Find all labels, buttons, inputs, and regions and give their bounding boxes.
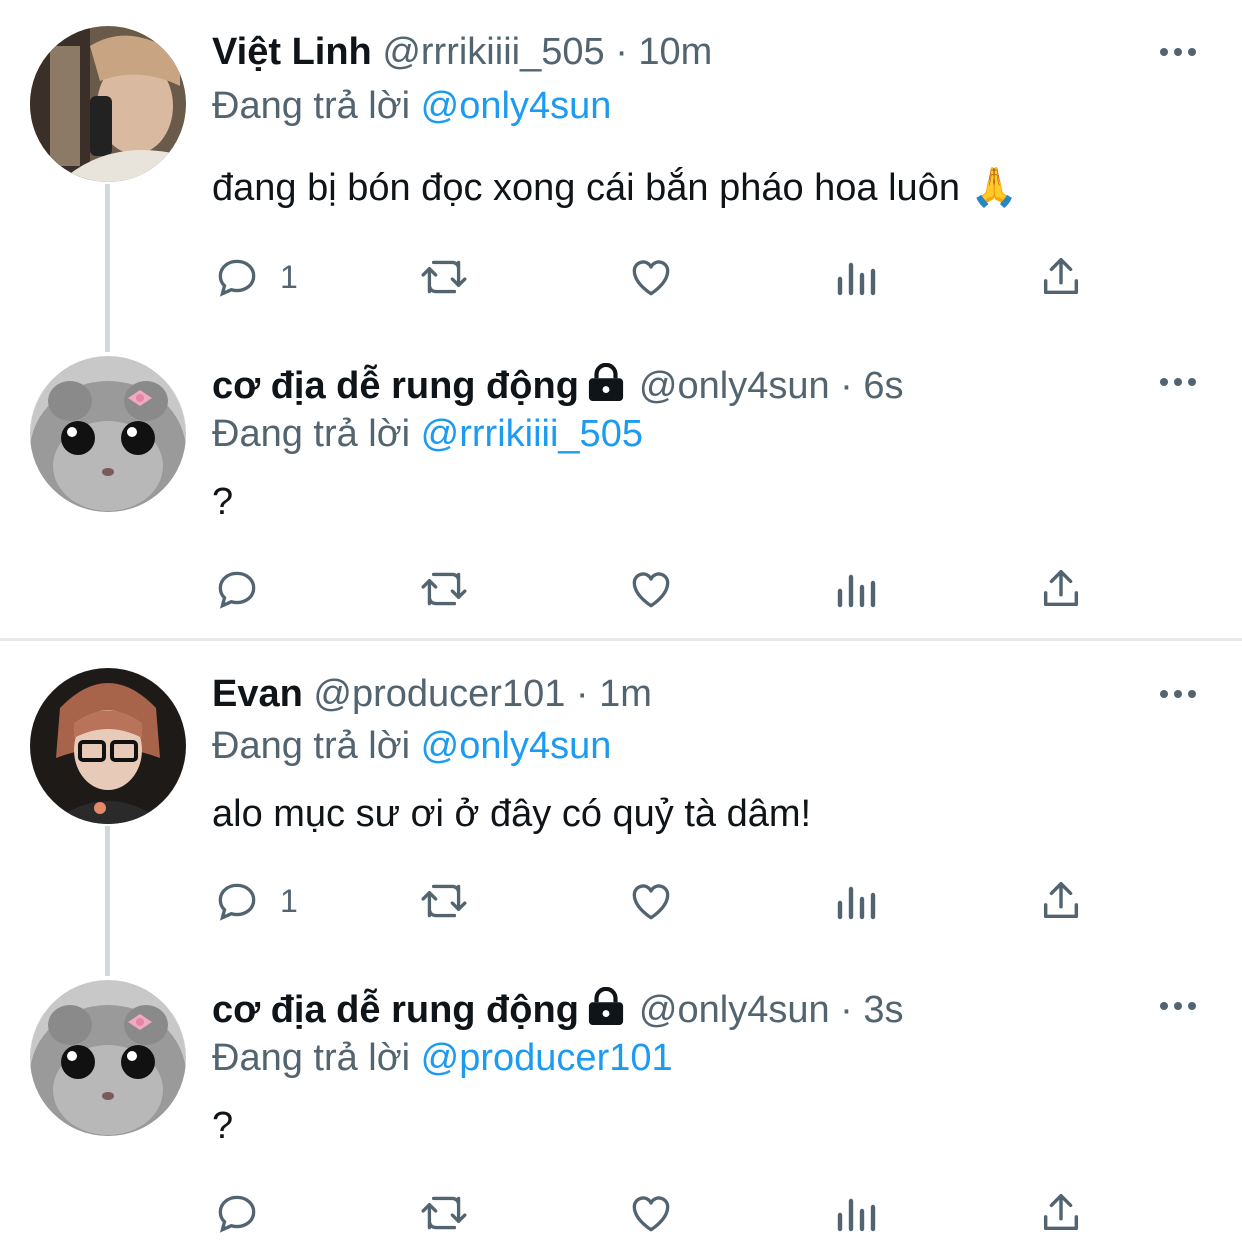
reply-icon — [218, 883, 256, 921]
share-icon — [1043, 882, 1079, 919]
praying-hands-emoji: 🙏 — [970, 167, 1018, 209]
share-icon — [1043, 258, 1079, 295]
reply-button[interactable]: 1 — [212, 252, 298, 302]
replying-to: Đang trả lời @only4sun — [212, 722, 611, 770]
like-button[interactable] — [626, 564, 676, 614]
share-icon — [1043, 570, 1079, 607]
analytics-icon — [837, 262, 876, 296]
reply-count: 1 — [280, 882, 298, 919]
analytics-icon — [837, 886, 876, 920]
mention-link[interactable]: @rrrikiiii_505 — [421, 413, 643, 455]
more-options-icon[interactable] — [1158, 996, 1198, 1021]
handle[interactable]: @producer101 — [313, 673, 565, 715]
tweet[interactable]: cơ địa dễ rung động @only4sun · 6s Đang t… — [0, 330, 1242, 640]
separator: · — [615, 31, 628, 73]
retweet-button[interactable] — [416, 876, 472, 926]
timestamp[interactable]: 1m — [599, 673, 652, 715]
reply-icon — [218, 1195, 256, 1233]
handle[interactable]: @only4sun — [639, 989, 830, 1031]
replying-prefix: Đang trả lời — [212, 85, 411, 127]
analytics-button[interactable] — [834, 564, 878, 614]
analytics-icon — [837, 1198, 876, 1232]
handle[interactable]: @only4sun — [639, 365, 830, 407]
separator: · — [575, 673, 589, 715]
reply-button[interactable] — [212, 1188, 280, 1238]
retweet-icon — [421, 572, 467, 606]
tweet-header: cơ địa dễ rung động @only4sun · 6s — [212, 362, 904, 410]
avatar[interactable] — [30, 356, 186, 512]
analytics-button[interactable] — [834, 876, 878, 926]
timestamp[interactable]: 10m — [638, 31, 712, 73]
avatar[interactable] — [30, 980, 186, 1136]
tweet[interactable]: Evan @producer101 · 1m Đang trả lời @onl… — [0, 642, 1242, 962]
reply-count: 1 — [280, 258, 298, 295]
mention-link[interactable]: @producer101 — [421, 1037, 673, 1079]
replying-prefix: Đang trả lời — [212, 413, 411, 455]
share-button[interactable] — [1038, 1188, 1084, 1238]
timestamp[interactable]: 6s — [863, 365, 903, 407]
display-name[interactable]: Evan — [212, 673, 303, 715]
heart-icon — [632, 572, 670, 608]
share-button[interactable] — [1038, 252, 1084, 302]
mention-link[interactable]: @only4sun — [421, 85, 612, 127]
share-icon — [1043, 1194, 1079, 1231]
tweet-text: ? — [212, 1105, 234, 1147]
timestamp[interactable]: 3s — [863, 989, 903, 1031]
avatar[interactable] — [30, 26, 186, 182]
heart-icon — [632, 1196, 670, 1232]
replying-prefix: Đang trả lời — [212, 725, 411, 767]
separator: · — [840, 989, 853, 1031]
retweet-icon — [421, 1196, 467, 1230]
like-button[interactable] — [626, 252, 676, 302]
tweet[interactable]: Việt Linh @rrrikiiii_505 · 10m Đang trả … — [0, 0, 1242, 330]
tweet-header: Evan @producer101 · 1m — [212, 670, 652, 718]
analytics-button[interactable] — [834, 1188, 878, 1238]
tweet[interactable]: cơ địa dễ rung động @only4sun · 3s Đang t… — [0, 954, 1242, 1254]
share-button[interactable] — [1038, 876, 1084, 926]
thread-divider — [0, 638, 1242, 641]
analytics-icon — [837, 574, 876, 608]
display-name[interactable]: cơ địa dễ rung động — [212, 989, 579, 1031]
analytics-button[interactable] — [834, 252, 878, 302]
tweet-header: Việt Linh @rrrikiiii_505 · 10m — [212, 28, 712, 76]
tweet-text: đang bị bón đọc xong cái bắn pháo hoa lu… — [212, 164, 1018, 212]
replying-prefix: Đang trả lời — [212, 1037, 411, 1079]
heart-icon — [632, 884, 670, 920]
share-button[interactable] — [1038, 564, 1084, 614]
like-button[interactable] — [626, 876, 676, 926]
more-options-icon[interactable] — [1158, 684, 1198, 709]
tweet-text: alo mục sư ơi ở đây có quỷ tà dâm! — [212, 793, 812, 835]
retweet-button[interactable] — [416, 1188, 472, 1238]
avatar[interactable] — [30, 668, 186, 824]
more-options-icon[interactable] — [1158, 372, 1198, 397]
separator: · — [840, 365, 853, 407]
reply-icon — [218, 259, 256, 297]
mention-link[interactable]: @only4sun — [421, 725, 612, 767]
action-bar — [212, 1188, 1112, 1248]
tweet-text: ? — [212, 481, 234, 523]
tweet-text-content: đang bị bón đọc xong cái bắn pháo hoa lu… — [212, 167, 960, 209]
more-options-icon[interactable] — [1158, 42, 1198, 67]
like-button[interactable] — [626, 1188, 676, 1238]
reply-button[interactable] — [212, 564, 280, 614]
display-name[interactable]: Việt Linh — [212, 31, 372, 73]
retweet-button[interactable] — [416, 252, 472, 302]
heart-icon — [632, 260, 670, 296]
retweet-button[interactable] — [416, 564, 472, 614]
retweet-icon — [421, 260, 467, 294]
display-name[interactable]: cơ địa dễ rung động — [212, 365, 579, 407]
replying-to: Đang trả lời @only4sun — [212, 82, 611, 130]
lock-icon — [588, 987, 624, 1025]
retweet-icon — [421, 884, 467, 918]
tweet-header: cơ địa dễ rung động @only4sun · 3s — [212, 986, 904, 1034]
replying-to: Đang trả lời @rrrikiiii_505 — [212, 410, 643, 458]
action-bar: 1 — [212, 252, 1112, 312]
reply-button[interactable]: 1 — [212, 876, 298, 926]
lock-icon — [588, 363, 624, 401]
handle[interactable]: @rrrikiiii_505 — [382, 31, 604, 73]
action-bar: 1 — [212, 876, 1112, 936]
action-bar — [212, 564, 1112, 624]
reply-icon — [218, 571, 256, 609]
replying-to: Đang trả lời @producer101 — [212, 1034, 673, 1082]
